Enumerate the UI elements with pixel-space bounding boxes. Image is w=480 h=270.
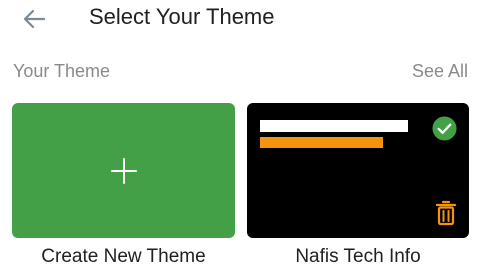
- create-theme-caption: Create New Theme: [41, 246, 206, 267]
- see-all-link[interactable]: See All: [412, 61, 468, 82]
- trash-icon[interactable]: [435, 200, 457, 226]
- check-circle-icon: [432, 116, 457, 141]
- theme-preview-accent-bar: [260, 137, 383, 148]
- page-title: Select Your Theme: [89, 4, 275, 29]
- theme-caption: Nafis Tech Info: [295, 246, 421, 267]
- arrow-left-icon: [23, 9, 45, 29]
- create-theme-tile[interactable]: [12, 103, 235, 238]
- theme-preview-primary-bar: [260, 120, 408, 132]
- plus-icon: [110, 157, 137, 184]
- theme-tile-nafis-tech-info[interactable]: [247, 103, 469, 238]
- back-button[interactable]: [14, 2, 54, 36]
- section-label: Your Theme: [13, 61, 111, 81]
